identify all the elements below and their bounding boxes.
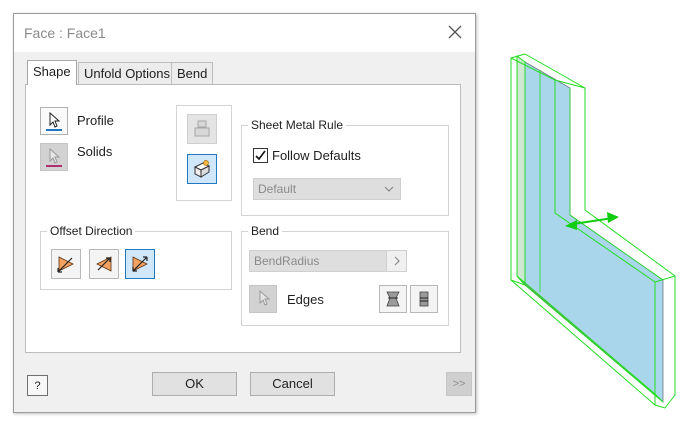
model-preview-viewport[interactable] — [495, 40, 687, 420]
offset-midplane-icon — [132, 256, 148, 272]
offset-direction-group: Offset Direction — [40, 224, 232, 290]
mode-button-group — [176, 105, 232, 201]
close-icon[interactable] — [447, 24, 463, 40]
follow-defaults-label: Follow Defaults — [272, 148, 361, 163]
solids-label: Solids — [77, 144, 113, 159]
solids-select-button[interactable] — [40, 143, 68, 171]
face-feature-icon — [193, 160, 211, 178]
offset-direction-title: Offset Direction — [47, 224, 136, 238]
more-options-button[interactable]: >> — [446, 372, 472, 396]
chevron-down-icon — [384, 186, 394, 192]
sheet-metal-face-preview — [510, 53, 676, 409]
bend-extend-icon — [386, 291, 400, 307]
sheet-metal-rule-group: Sheet Metal Rule Follow Defaults Default — [241, 118, 449, 216]
cursor-arrow-icon — [46, 147, 62, 167]
bend-radius-field[interactable]: BendRadius — [249, 250, 407, 272]
face-dialog: Face : Face1 Shape Unfold Options Bend P… — [13, 13, 476, 413]
bend-extend-button[interactable] — [379, 285, 407, 313]
stack-icon — [194, 120, 210, 137]
checkmark-icon — [255, 150, 266, 161]
chevron-right-icon[interactable] — [386, 251, 406, 271]
help-button[interactable]: ? — [27, 375, 48, 396]
bend-group: Bend BendRadius Edges — [241, 224, 449, 326]
offset-side2-icon — [96, 256, 112, 272]
cancel-button[interactable]: Cancel — [250, 372, 335, 396]
stack-mode-button[interactable] — [187, 114, 217, 144]
offset-side2-button[interactable] — [89, 249, 119, 279]
edges-label: Edges — [287, 292, 324, 307]
profile-select-button[interactable] — [40, 107, 68, 135]
offset-midplane-button[interactable] — [125, 249, 155, 279]
shape-panel: Profile Solids Sheet Metal Rule Follow D… — [25, 84, 461, 353]
edges-select-button[interactable] — [249, 285, 277, 313]
title-bar: Face : Face1 — [14, 14, 475, 52]
tab-shape[interactable]: Shape — [27, 60, 77, 85]
profile-label: Profile — [77, 113, 114, 128]
bend-title: Bend — [248, 224, 283, 238]
offset-side1-icon — [57, 256, 74, 273]
dialog-title: Face : Face1 — [24, 25, 106, 41]
offset-side1-button[interactable] — [51, 249, 81, 279]
sheet-metal-rule-title: Sheet Metal Rule — [248, 118, 347, 132]
follow-defaults-checkbox[interactable] — [253, 148, 268, 163]
ok-button[interactable]: OK — [152, 372, 237, 396]
help-icon: ? — [34, 379, 41, 392]
sheet-metal-rule-select[interactable]: Default — [253, 178, 401, 200]
bend-extend-alt-button[interactable] — [410, 285, 438, 313]
sheet-metal-rule-value: Default — [258, 182, 297, 196]
tab-unfold-options[interactable]: Unfold Options — [78, 62, 176, 85]
tab-bend[interactable]: Bend — [171, 62, 214, 85]
cursor-arrow-icon — [46, 111, 62, 131]
cursor-arrow-icon — [259, 289, 271, 306]
bend-extend-alt-icon — [419, 291, 429, 307]
bend-radius-value: BendRadius — [254, 254, 320, 268]
face-mode-button[interactable] — [187, 154, 217, 184]
